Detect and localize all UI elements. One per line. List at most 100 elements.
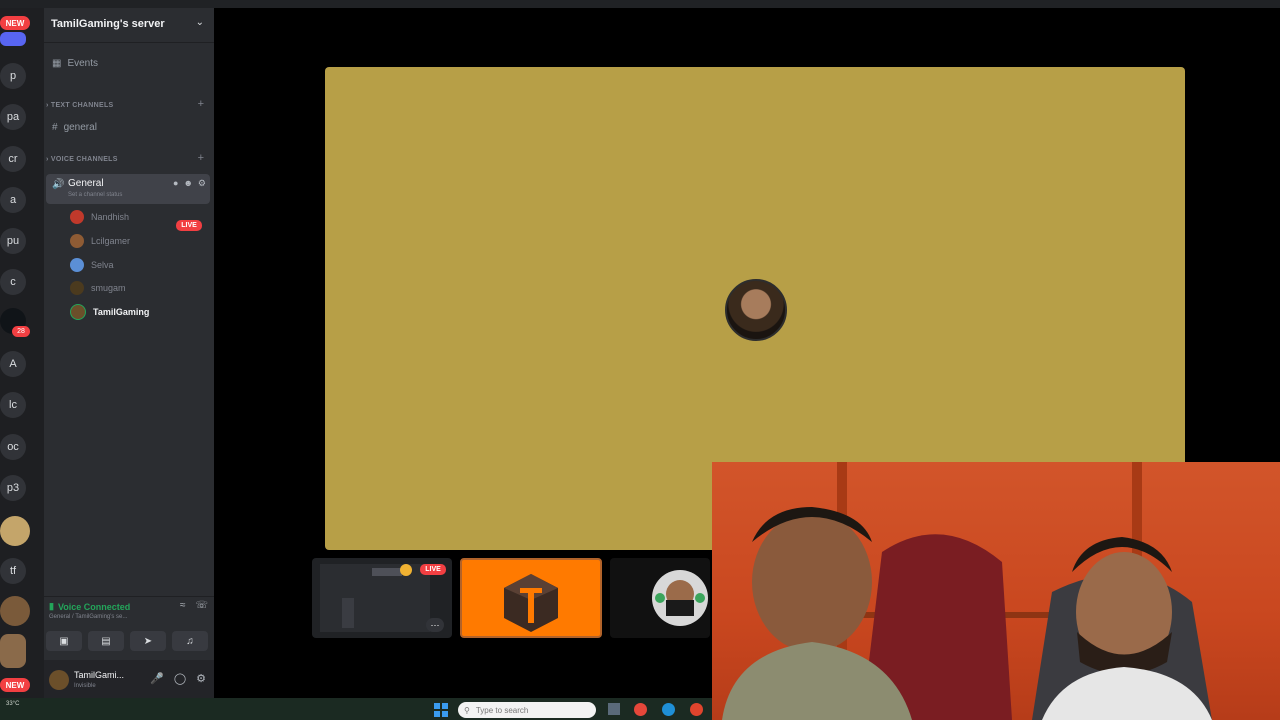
text-channels-category[interactable]: › TEXT CHANNELS xyxy=(46,102,114,109)
server-icon-A[interactable]: A xyxy=(0,351,26,377)
member-name: TamilGaming xyxy=(93,307,150,317)
disconnect-icon[interactable]: ☏ xyxy=(195,600,208,611)
screen-share-button[interactable]: ▤ xyxy=(88,631,124,651)
add-voice-channel-icon[interactable]: + xyxy=(198,152,204,164)
server-icon-a[interactable]: a xyxy=(0,187,26,213)
voice-connected-status[interactable]: ▮ Voice Connected xyxy=(49,601,130,612)
voice-member[interactable]: Selva xyxy=(70,257,114,273)
new-badge-bottom[interactable]: NEW xyxy=(0,678,30,692)
events-item[interactable]: ▦ Events xyxy=(52,58,98,69)
server-icon-photo-2[interactable] xyxy=(0,634,26,668)
server-icon-p[interactable]: p xyxy=(0,63,26,89)
member-name: Nandhish xyxy=(91,212,130,222)
server-icon-p3[interactable]: p3 xyxy=(0,475,26,501)
server-icon-pa[interactable]: pa xyxy=(0,104,26,130)
task-view-icon[interactable] xyxy=(608,703,620,715)
channel-sidebar: TamilGaming's server ⌄ ▦ Events › TEXT C… xyxy=(44,8,214,698)
invite-icon[interactable]: ☻ xyxy=(183,178,192,189)
hash-icon: # xyxy=(52,122,58,133)
speaker-icon: 🔊 xyxy=(52,179,65,190)
screen-icon: ▤ xyxy=(101,635,111,647)
microphone-icon[interactable]: 🎤 xyxy=(150,672,164,685)
server-rail: NEW p pa cr a pu c 28 A lc oc p3 tf NEW xyxy=(0,8,44,698)
more-options-button[interactable]: ⋯ xyxy=(426,618,444,632)
chat-icon[interactable]: ● xyxy=(173,178,178,189)
participant-avatar xyxy=(652,570,708,626)
add-text-channel-icon[interactable]: + xyxy=(198,98,204,110)
voice-member[interactable]: Lcilgamer xyxy=(70,233,130,249)
voice-channel-general[interactable]: 🔊 General Set a channel status ● ☻ ⚙ xyxy=(46,174,210,204)
channel-label: general xyxy=(63,122,97,133)
voice-member-self[interactable]: TamilGaming xyxy=(70,304,149,320)
member-name: Lcilgamer xyxy=(91,236,131,246)
server-icon-avatar[interactable] xyxy=(0,516,30,546)
user-avatar[interactable] xyxy=(49,670,69,690)
edge-icon[interactable] xyxy=(662,703,675,716)
mention-count-badge: 28 xyxy=(12,326,30,337)
voice-category-label: VOICE CHANNELS xyxy=(50,156,118,163)
server-icon-photo[interactable] xyxy=(0,596,30,626)
stream-thumbnail[interactable]: LIVE ⋯ xyxy=(312,558,452,638)
search-placeholder: Type to search xyxy=(475,705,529,715)
avatar xyxy=(70,281,84,295)
avatar xyxy=(70,258,84,272)
server-icon-tf[interactable]: tf xyxy=(0,558,26,584)
channel-general[interactable]: # general xyxy=(52,122,97,133)
cube-logo-icon xyxy=(504,574,558,632)
participant-tile[interactable] xyxy=(610,558,710,638)
user-controls: 🎤 ◯ ⚙ xyxy=(150,672,206,685)
noise-suppression-icon[interactable]: ≈ xyxy=(180,600,186,611)
webcam-video xyxy=(722,462,1212,720)
camera-button[interactable]: ▣ xyxy=(46,631,82,651)
member-name: Selva xyxy=(91,260,114,270)
webcam-overlay xyxy=(712,462,1280,720)
user-status: Invisible xyxy=(74,683,96,689)
signal-icon: ▮ xyxy=(49,601,54,611)
events-label: Events xyxy=(67,58,99,69)
voice-member[interactable]: smugam xyxy=(70,280,126,296)
calendar-icon: ▦ xyxy=(52,58,62,69)
gear-icon[interactable]: ⚙ xyxy=(198,178,206,189)
user-name[interactable]: TamilGami... xyxy=(74,670,124,680)
server-icon-c[interactable]: c xyxy=(0,269,26,295)
app-icon[interactable] xyxy=(690,703,703,716)
channel-status-hint[interactable]: Set a channel status xyxy=(68,192,122,198)
taskbar: 33°C ⚲ Type to search xyxy=(0,698,712,720)
chevron-down-icon[interactable]: ⌄ xyxy=(196,17,204,28)
headphones-icon[interactable]: ◯ xyxy=(174,672,186,685)
voice-channel-tools: ● ☻ ⚙ xyxy=(173,178,206,189)
camera-icon: ▣ xyxy=(59,635,69,647)
avatar xyxy=(70,210,84,224)
server-name: TamilGaming's server xyxy=(51,18,165,30)
activities-button[interactable]: ➤ xyxy=(130,631,166,651)
server-icon-cr[interactable]: cr xyxy=(0,146,26,172)
voice-connection-icons: ≈ ☏ xyxy=(180,600,208,611)
windows-start-icon[interactable] xyxy=(434,703,448,717)
weather-widget[interactable]: 33°C xyxy=(6,701,19,707)
speaker-avatar xyxy=(725,279,787,341)
live-badge: LIVE xyxy=(176,220,202,231)
window-titlebar xyxy=(0,0,1280,8)
avatar xyxy=(70,304,86,320)
participant-tile[interactable] xyxy=(460,558,602,638)
voice-status-label: Voice Connected xyxy=(57,601,131,612)
soundboard-button[interactable]: ♫ xyxy=(172,631,208,651)
live-badge: LIVE xyxy=(420,564,446,575)
chrome-icon[interactable] xyxy=(634,703,647,716)
voice-channels-category[interactable]: › VOICE CHANNELS xyxy=(46,156,118,163)
server-icon-oc[interactable]: oc xyxy=(0,434,26,460)
server-icon-pu[interactable]: pu xyxy=(0,228,26,254)
soundboard-icon: ♫ xyxy=(186,635,194,647)
taskbar-search[interactable]: ⚲ Type to search xyxy=(458,702,596,718)
dm-button[interactable] xyxy=(0,32,26,46)
avatar xyxy=(70,234,84,248)
gear-icon[interactable]: ⚙ xyxy=(196,672,206,685)
new-badge[interactable]: NEW xyxy=(0,16,30,30)
server-header[interactable]: TamilGaming's server ⌄ xyxy=(44,8,214,43)
voice-member[interactable]: Nandhish xyxy=(70,209,129,225)
server-icon-lc[interactable]: lc xyxy=(0,392,26,418)
voice-connection-sub: General / TamilGaming's se... xyxy=(49,614,128,620)
screen: NEW p pa cr a pu c 28 A lc oc p3 tf NEW … xyxy=(0,0,1280,720)
text-category-label: TEXT CHANNELS xyxy=(50,102,114,109)
user-panel: TamilGami... Invisible 🎤 ◯ ⚙ xyxy=(44,660,214,698)
